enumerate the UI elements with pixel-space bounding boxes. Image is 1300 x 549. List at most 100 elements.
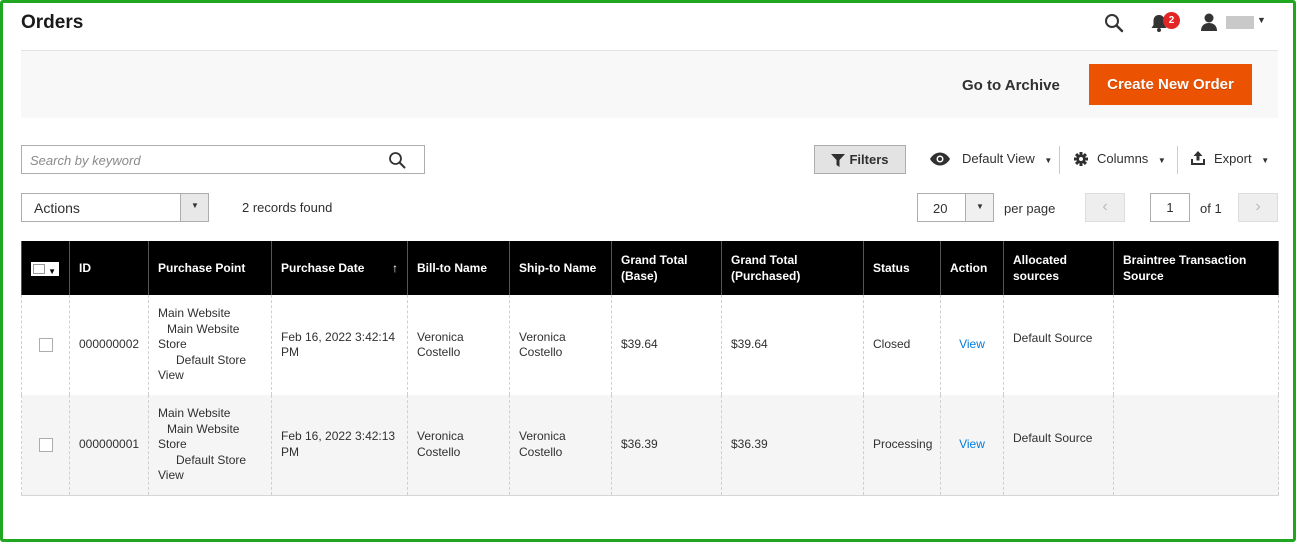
mass-actions-toggle[interactable]: ▼ [180,194,208,221]
table-header-row: ▼ ID Purchase Point Purchase Date ↑ Bill-… [21,241,1279,295]
mass-actions-select[interactable]: Actions ▼ [21,193,209,222]
column-header-id[interactable]: ID [69,241,149,295]
purchase-point-cell: Main Website Main Website Store Default … [148,295,272,395]
column-header-purchase-point[interactable]: Purchase Point [148,241,272,295]
select-all-header[interactable]: ▼ [21,241,70,295]
grand-total-base-cell: $39.64 [611,295,722,395]
sort-ascending-icon: ↑ [392,261,398,275]
braintree-source-cell [1113,295,1279,395]
total-pages-label: of 1 [1200,201,1222,216]
purchase-point-cell: Main Website Main Website Store Default … [148,395,272,495]
table-row[interactable]: 000000001 Main Website Main Website Stor… [21,395,1279,495]
filter-funnel-icon [831,154,846,168]
create-new-order-button[interactable]: Create New Order [1089,64,1252,105]
order-id-cell: 000000002 [69,295,149,395]
previous-page-button[interactable]: ‹ [1085,193,1125,222]
purchase-date-header-label: Purchase Date [281,261,365,275]
filters-label: Filters [849,151,889,167]
view-order-link[interactable]: View [959,437,985,451]
allocated-sources-cell: Default Source [1003,295,1114,395]
notification-count-badge[interactable]: 2 [1163,12,1180,29]
action-cell: View [940,295,1004,395]
export-label: Export [1214,151,1252,166]
purchase-point-line: View [158,368,184,383]
user-name-redacted[interactable] [1226,16,1254,29]
eye-icon [930,152,950,166]
grand-total-purchased-cell: $39.64 [721,295,864,395]
column-header-grand-total-base[interactable]: Grand Total (Base) [611,241,722,295]
table-row[interactable]: 000000002 Main Website Main Website Stor… [21,295,1279,395]
gear-icon [1074,152,1088,166]
grand-total-purchased-cell: $36.39 [721,395,864,495]
purchase-point-line: Store [158,437,187,451]
purchase-point-line: View [158,468,184,482]
ship-to-name-cell: Veronica Costello [509,395,612,495]
purchase-point-line: Default Store [176,452,247,467]
chevron-down-icon: ▼ [976,202,984,211]
row-select-cell [21,295,70,395]
user-icon[interactable] [1199,12,1219,32]
columns-label: Columns [1097,151,1149,166]
purchase-point-line: Main Website [167,421,240,436]
user-menu-chevron-down-icon[interactable]: ▼ [1257,15,1266,25]
status-cell: Processing [863,395,941,495]
purchase-point-line: Main Website [158,406,231,420]
per-page-value: 20 [933,201,948,216]
chevron-down-icon: ▼ [191,201,199,210]
mass-select-checkbox[interactable]: ▼ [31,261,59,276]
status-cell: Closed [863,295,941,395]
search-input[interactable] [30,151,370,169]
purchase-date-cell: Feb 16, 2022 3:42:14 PM [271,295,408,395]
filters-button[interactable]: Filters [814,145,906,174]
purchase-point-line: Default Store [176,352,247,367]
bill-to-name-cell: Veronica Costello [407,395,510,495]
column-header-bill-to-name[interactable]: Bill-to Name [407,241,510,295]
toolbar-divider [1177,146,1178,174]
column-header-status[interactable]: Status [863,241,941,295]
per-page-select[interactable]: 20 ▼ [917,193,994,222]
toolbar-divider [1059,146,1060,174]
purchase-point-line: Store [158,337,187,352]
column-header-purchase-date[interactable]: Purchase Date ↑ [271,241,408,295]
export-upload-icon [1191,151,1205,165]
default-view-dropdown[interactable]: Default View ▼ [962,151,1052,166]
row-select-cell [21,395,70,495]
export-chevron-down-icon: ▼ [1261,156,1270,165]
column-header-ship-to-name[interactable]: Ship-to Name [509,241,612,295]
per-page-toggle[interactable]: ▼ [965,194,993,221]
mass-actions-label: Actions [34,200,80,216]
current-page-input[interactable]: 1 [1150,193,1190,222]
column-header-grand-total-purchased[interactable]: Grand Total (Purchased) [721,241,864,295]
order-id-cell: 000000001 [69,395,149,495]
row-checkbox[interactable] [38,437,53,452]
view-order-link[interactable]: View [959,337,985,351]
columns-dropdown[interactable]: Columns ▼ [1097,151,1166,166]
go-to-archive-button[interactable]: Go to Archive [952,74,1070,96]
view-chevron-down-icon: ▼ [1044,156,1053,165]
chevron-right-icon: › [1255,198,1261,215]
columns-chevron-down-icon: ▼ [1157,156,1166,165]
braintree-source-cell [1113,395,1279,495]
keyword-search-box [21,145,425,174]
column-header-action: Action [940,241,1004,295]
records-found-count: 2 records found [242,200,333,215]
purchase-point-line: Main Website [167,321,240,336]
default-view-label: Default View [962,151,1035,166]
ship-to-name-cell: Veronica Costello [509,295,612,395]
grand-total-base-cell: $36.39 [611,395,722,495]
search-icon[interactable] [1104,13,1124,33]
allocated-sources-cell: Default Source [1003,395,1114,495]
chevron-left-icon: ‹ [1102,198,1108,215]
column-header-braintree-source[interactable]: Braintree Transaction Source [1113,241,1279,295]
chevron-down-icon: ▼ [48,266,56,276]
export-dropdown[interactable]: Export ▼ [1214,151,1269,166]
next-page-button[interactable]: › [1238,193,1278,222]
purchase-date-cell: Feb 16, 2022 3:42:13 PM [271,395,408,495]
action-cell: View [940,395,1004,495]
column-header-allocated-sources[interactable]: Allocated sources [1003,241,1114,295]
orders-table: ▼ ID Purchase Point Purchase Date ↑ Bill-… [21,241,1279,496]
purchase-point-line: Main Website [158,306,231,321]
search-submit-icon[interactable] [388,151,406,169]
row-checkbox[interactable] [38,338,53,353]
per-page-label: per page [1004,201,1056,216]
